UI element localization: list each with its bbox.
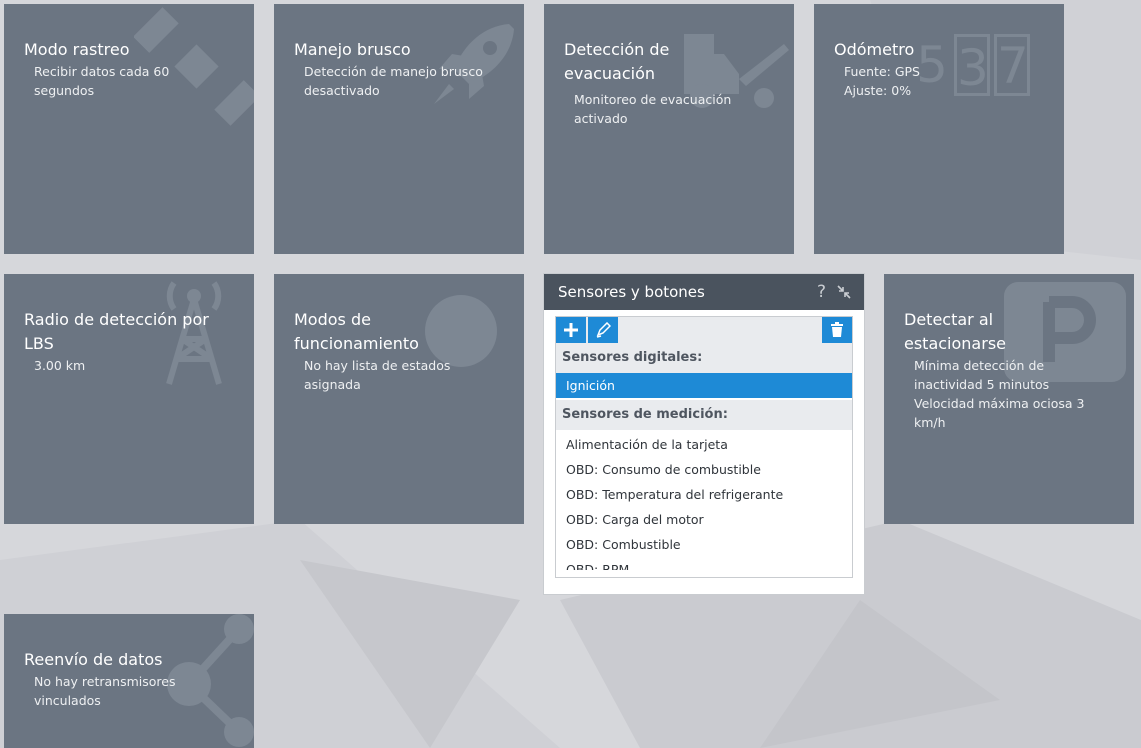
tile-data-forwarding[interactable]: Reenvío de datos No hay retransmisores v… <box>4 614 254 748</box>
list-item[interactable]: OBD: RPM <box>556 557 852 570</box>
measurement-sensors-label: Sensores de medición: <box>556 400 852 430</box>
plus-icon <box>564 323 578 337</box>
tile-towing-detection[interactable]: Detección de evacuación Monitoreo de eva… <box>544 4 794 254</box>
tile-title: Radio de detección por LBS <box>24 310 209 353</box>
tile-parking-detection[interactable]: Detectar al estacionarse Mínima detecció… <box>884 274 1134 524</box>
tile-description: 3.00 km <box>34 358 86 373</box>
collapse-icon[interactable] <box>836 284 852 300</box>
tile-description: Detección de manejo brusco desactivado <box>304 64 483 98</box>
sensors-toolbar <box>556 317 852 343</box>
list-item[interactable]: OBD: Temperatura del refrigerante <box>556 482 852 507</box>
tile-title: Detectar al estacionarse <box>904 310 1006 353</box>
tile-title: Modos de funcionamiento <box>294 310 419 353</box>
tile-description: Monitoreo de evacuación activado <box>574 92 732 126</box>
list-item[interactable]: OBD: Carga del motor <box>556 507 852 532</box>
add-sensor-button[interactable] <box>556 317 586 343</box>
help-icon[interactable]: ? <box>817 274 826 310</box>
pencil-icon <box>596 322 611 338</box>
tile-title: Detección de evacuación <box>564 40 670 83</box>
tile-description: Fuente: GPS Ajuste: 0% <box>844 64 920 98</box>
list-item[interactable]: Ignición <box>556 373 852 398</box>
tile-title: Odómetro <box>834 40 915 59</box>
tile-description: No hay retransmisores vinculados <box>34 674 176 708</box>
measurement-sensors-list: Alimentación de la tarjeta OBD: Consumo … <box>556 430 852 570</box>
sensors-list-container: Sensores digitales: Ignición Sensores de… <box>555 316 853 578</box>
list-item[interactable]: OBD: Combustible <box>556 532 852 557</box>
tile-odometer[interactable]: 5 3 7 Odómetro Fuente: GPS Ajuste: 0% <box>814 4 1064 254</box>
list-item[interactable]: Alimentación de la tarjeta <box>556 432 852 457</box>
panel-title: Sensores y botones <box>558 283 705 301</box>
panel-header: Sensores y botones ? <box>544 274 864 310</box>
tile-title: Modo rastreo <box>24 40 130 59</box>
delete-sensor-button[interactable] <box>822 317 852 343</box>
tile-description: Mínima detección de inactividad 5 minuto… <box>914 358 1085 430</box>
digital-sensors-label: Sensores digitales: <box>556 343 852 373</box>
tile-title: Reenvío de datos <box>24 650 163 669</box>
tile-description: Recibir datos cada 60 segundos <box>34 64 170 98</box>
tile-description: No hay lista de estados asignada <box>304 358 451 392</box>
tile-harsh-driving[interactable]: Manejo brusco Detección de manejo brusco… <box>274 4 524 254</box>
edit-sensor-button[interactable] <box>588 317 618 343</box>
tile-lbs-radius[interactable]: Radio de detección por LBS 3.00 km <box>4 274 254 524</box>
trash-icon <box>831 322 843 337</box>
tile-title: Manejo brusco <box>294 40 411 59</box>
list-item[interactable]: OBD: Consumo de combustible <box>556 457 852 482</box>
sensors-panel: Sensores y botones ? Sensores digitales:… <box>544 274 864 594</box>
tile-tracking-mode[interactable]: Modo rastreo Recibir datos cada 60 segun… <box>4 4 254 254</box>
tile-operation-modes[interactable]: Modos de funcionamiento No hay lista de … <box>274 274 524 524</box>
